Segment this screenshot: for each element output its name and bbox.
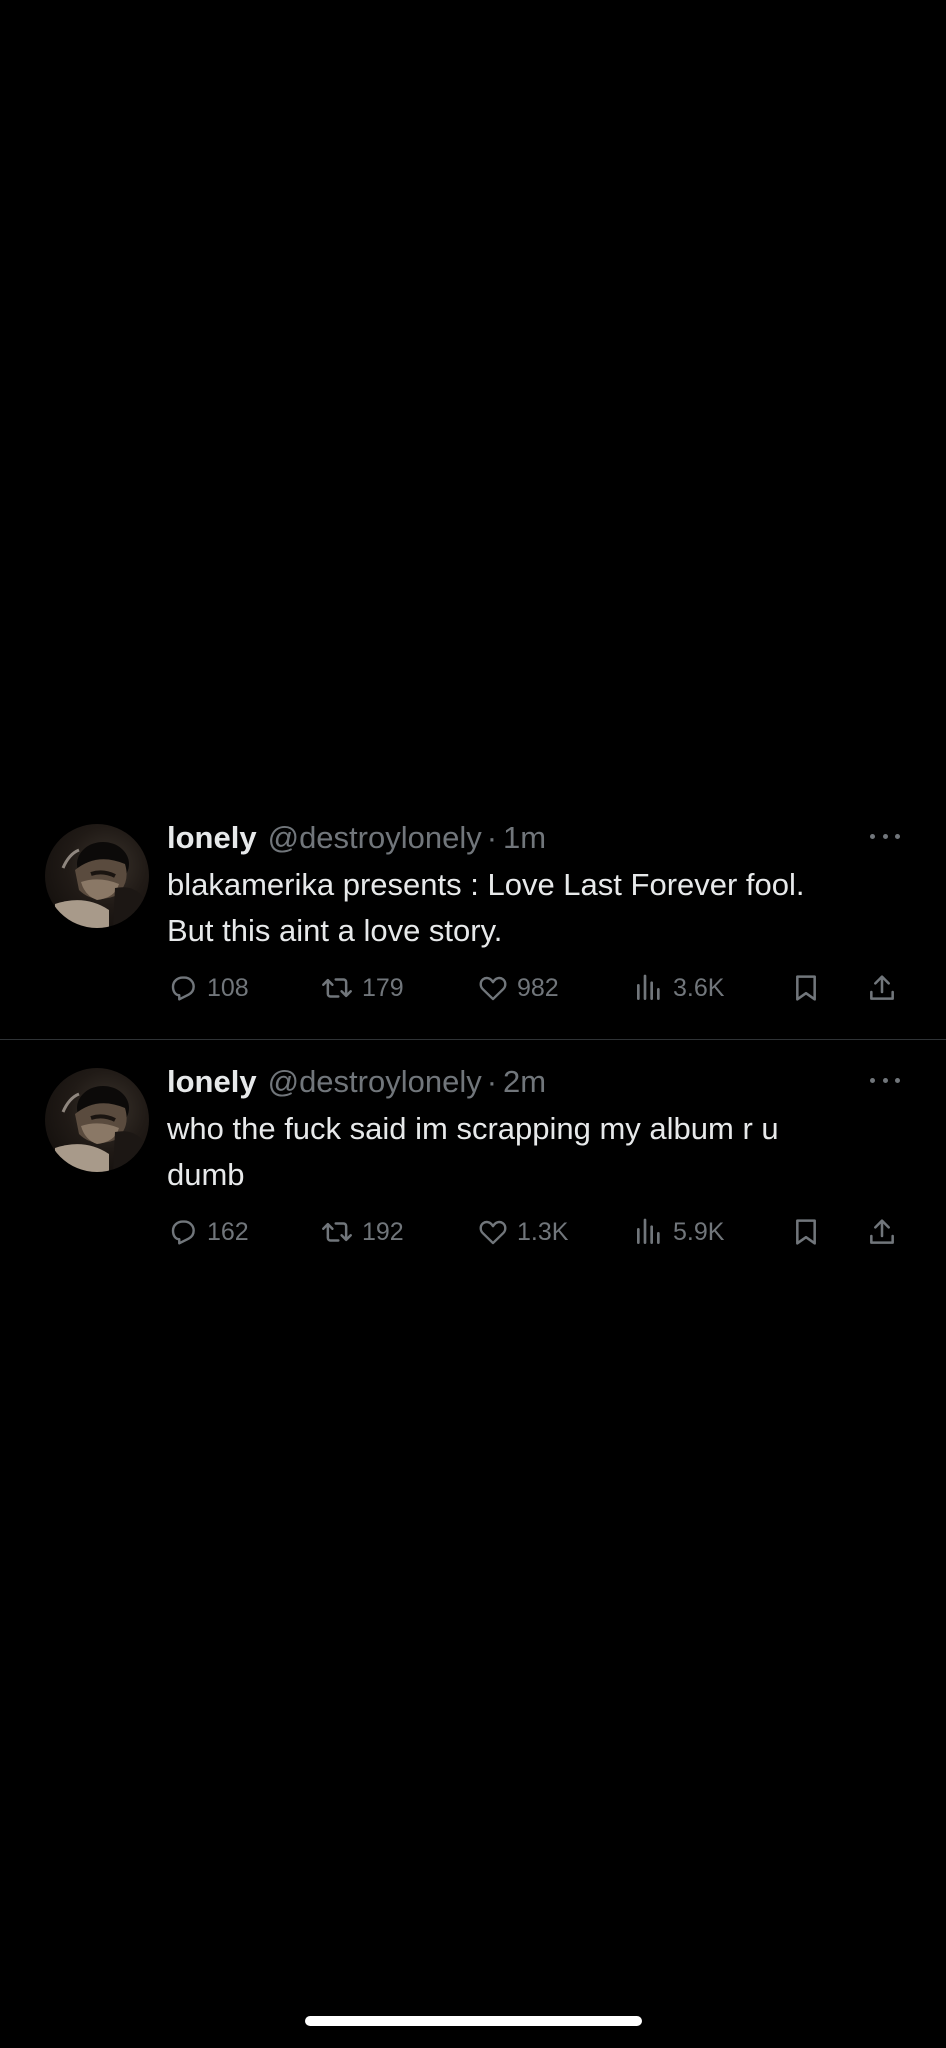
reply-icon (167, 1216, 199, 1248)
more-icon[interactable] (870, 826, 900, 846)
tweet-text: who the fuck said im scrapping my album … (167, 1111, 779, 1192)
tweet-header: lonely @destroylonely · 2m (167, 1062, 546, 1102)
tweet-header: lonely @destroylonely · 1m (167, 818, 546, 858)
bookmark-button[interactable] (790, 968, 822, 1008)
bookmark-icon (790, 972, 822, 1004)
separator-dot: · (486, 1064, 498, 1099)
retweet-button[interactable]: 192 (320, 1212, 404, 1252)
tweet-text: blakamerika presents : Love Last Forever… (167, 867, 805, 948)
reply-button[interactable]: 108 (167, 968, 249, 1008)
retweet-icon (320, 972, 354, 1004)
avatar[interactable] (45, 824, 149, 928)
retweet-button[interactable]: 179 (320, 968, 404, 1008)
like-count: 982 (517, 973, 559, 1002)
more-icon[interactable] (870, 1070, 900, 1090)
username-handle[interactable]: @destroylonely (268, 1062, 482, 1102)
reply-icon (167, 972, 199, 1004)
reply-count: 108 (207, 973, 249, 1002)
display-name[interactable]: lonely (167, 818, 257, 858)
username-handle[interactable]: @destroylonely (268, 818, 482, 858)
separator-dot: · (486, 820, 498, 855)
home-indicator[interactable] (305, 2016, 642, 2026)
heart-icon (477, 972, 509, 1004)
share-button[interactable] (866, 1212, 898, 1252)
share-icon (866, 972, 898, 1004)
heart-icon (477, 1216, 509, 1248)
like-button[interactable]: 982 (477, 968, 559, 1008)
views-icon (633, 972, 665, 1004)
tweet-divider (0, 1039, 946, 1040)
tweet-actions: 162 192 1.3K 5.9K (0, 1212, 946, 1252)
reply-button[interactable]: 162 (167, 1212, 249, 1252)
bookmark-icon (790, 1216, 822, 1248)
like-button[interactable]: 1.3K (477, 1212, 568, 1252)
retweet-count: 179 (362, 973, 404, 1002)
views-button[interactable]: 5.9K (633, 1212, 724, 1252)
timestamp[interactable]: 2m (503, 1062, 546, 1102)
timestamp[interactable]: 1m (503, 818, 546, 858)
retweet-icon (320, 1216, 354, 1248)
tweet-actions: 108 179 982 3.6K (0, 968, 946, 1008)
views-count: 3.6K (673, 973, 725, 1002)
views-button[interactable]: 3.6K (633, 968, 724, 1008)
share-icon (866, 1216, 898, 1248)
like-count: 1.3K (517, 1217, 569, 1246)
tweet[interactable]: lonely @destroylonely · 1m blakamerika p… (0, 818, 946, 1038)
retweet-count: 192 (362, 1217, 404, 1246)
avatar[interactable] (45, 1068, 149, 1172)
views-icon (633, 1216, 665, 1248)
bookmark-button[interactable] (790, 1212, 822, 1252)
display-name[interactable]: lonely (167, 1062, 257, 1102)
views-count: 5.9K (673, 1217, 725, 1246)
tweet[interactable]: lonely @destroylonely · 2m who the fuck … (0, 1062, 946, 1282)
share-button[interactable] (866, 968, 898, 1008)
reply-count: 162 (207, 1217, 249, 1246)
